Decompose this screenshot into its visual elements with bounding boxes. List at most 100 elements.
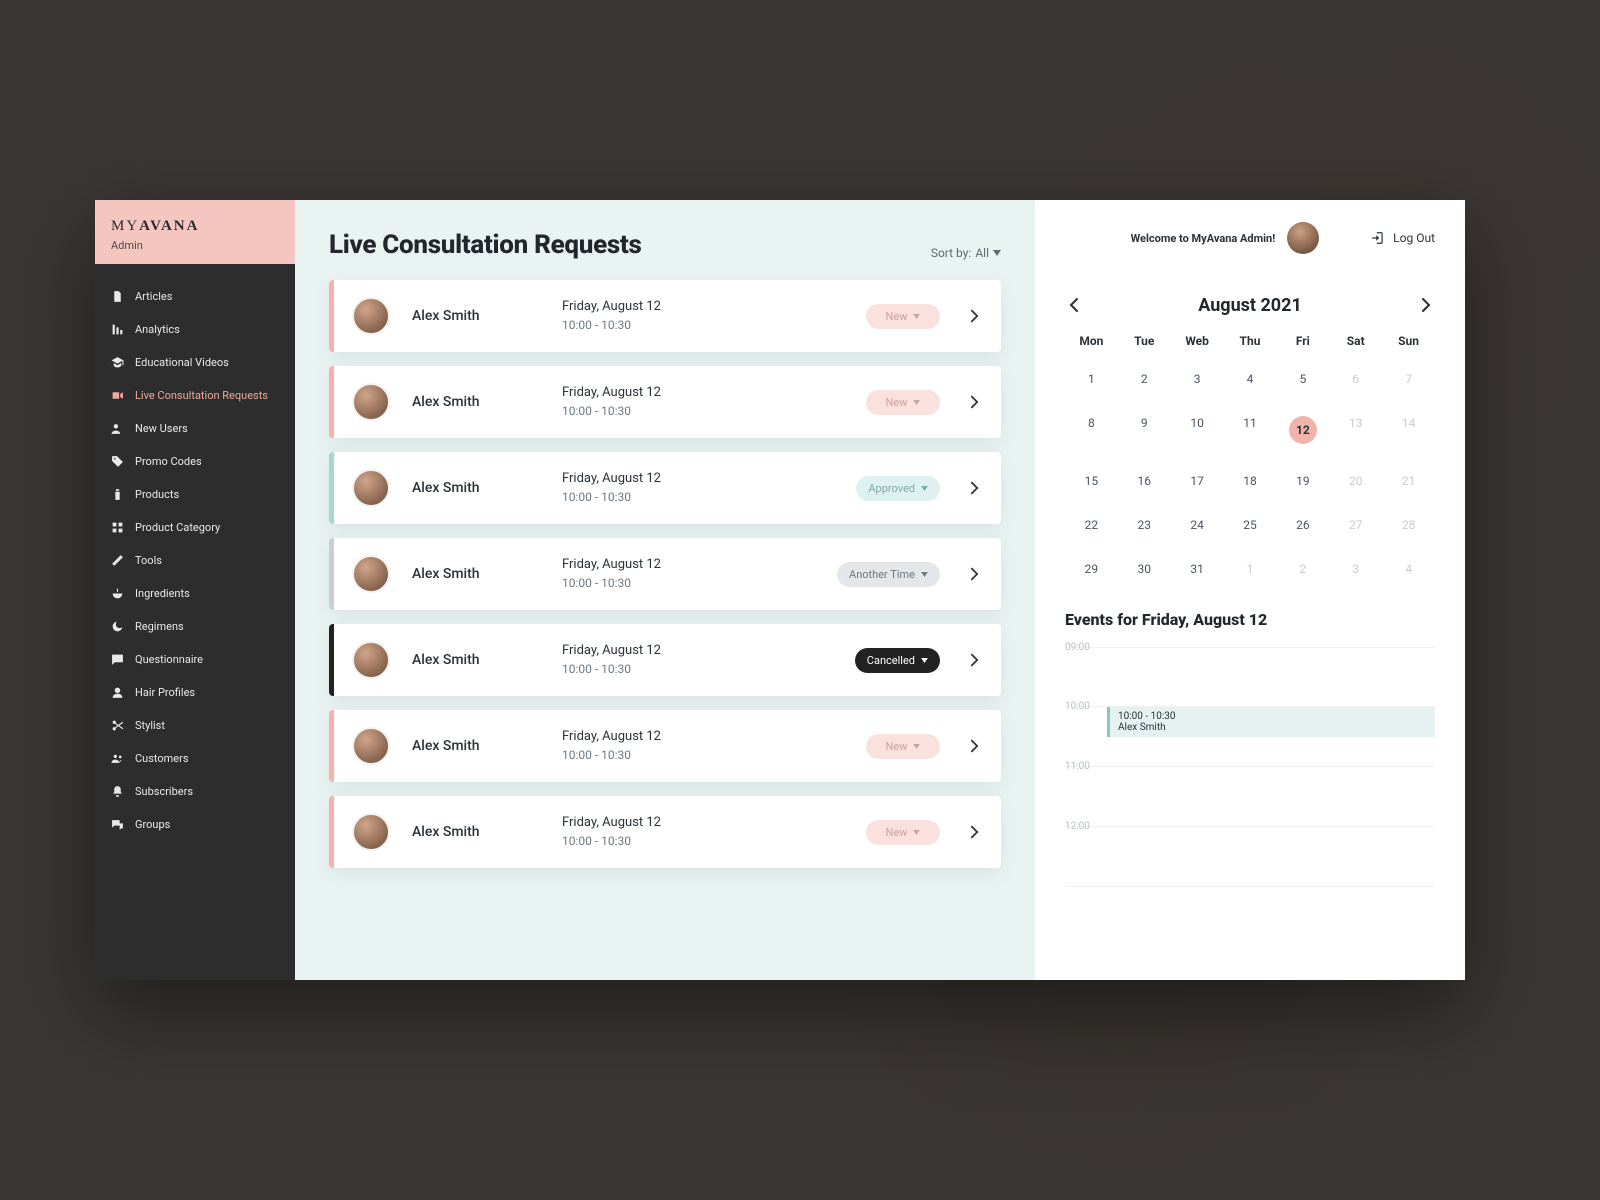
request-card[interactable]: Alex SmithFriday, August 1210:00 - 10:30… <box>329 796 1001 868</box>
calendar-day[interactable]: 3 <box>1171 366 1224 392</box>
calendar-day[interactable]: 7 <box>1382 366 1435 392</box>
graduation-icon <box>109 356 125 369</box>
calendar-day[interactable]: 5 <box>1276 366 1329 392</box>
calendar-day[interactable]: 28 <box>1382 512 1435 538</box>
sidebar-item-new-users[interactable]: New Users <box>95 412 295 445</box>
request-card[interactable]: Alex SmithFriday, August 1210:00 - 10:30… <box>329 624 1001 696</box>
request-time: 10:00 - 10:30 <box>562 403 866 420</box>
calendar-day[interactable]: 26 <box>1276 512 1329 538</box>
calendar-day[interactable]: 21 <box>1382 468 1435 494</box>
sidebar-item-promo-codes[interactable]: Promo Codes <box>95 445 295 478</box>
calendar-day[interactable]: 14 <box>1382 410 1435 450</box>
sidebar-item-questionnaire[interactable]: Questionnaire <box>95 643 295 676</box>
calendar-day[interactable]: 18 <box>1224 468 1277 494</box>
status-dropdown[interactable]: New <box>866 304 940 329</box>
calendar-day[interactable]: 23 <box>1118 512 1171 538</box>
calendar-day[interactable]: 2 <box>1276 556 1329 582</box>
calendar-day[interactable]: 13 <box>1329 410 1382 450</box>
calendar-day[interactable]: 16 <box>1118 468 1171 494</box>
request-card[interactable]: Alex SmithFriday, August 1210:00 - 10:30… <box>329 710 1001 782</box>
sidebar-item-label: Customers <box>135 752 189 765</box>
calendar-day[interactable]: 24 <box>1171 512 1224 538</box>
request-card[interactable]: Alex SmithFriday, August 1210:00 - 10:30… <box>329 280 1001 352</box>
avatar[interactable] <box>1287 222 1319 254</box>
sort-dropdown[interactable]: Sort by: All <box>931 246 1001 260</box>
calendar-day[interactable]: 22 <box>1065 512 1118 538</box>
calendar-day[interactable]: 1 <box>1065 366 1118 392</box>
request-date: Friday, August 12 <box>562 470 856 489</box>
sort-label: Sort by: <box>931 246 972 260</box>
calendar-day[interactable]: 4 <box>1224 366 1277 392</box>
sidebar-item-analytics[interactable]: Analytics <box>95 313 295 346</box>
calendar-day[interactable]: 2 <box>1118 366 1171 392</box>
card-accent <box>329 624 334 696</box>
status-dropdown[interactable]: Approved <box>856 476 940 501</box>
events-title: Events for Friday, August 12 <box>1065 610 1435 629</box>
welcome-text: Welcome to MyAvana Admin! <box>1131 232 1276 245</box>
request-time: 10:00 - 10:30 <box>562 833 866 850</box>
calendar-day[interactable]: 6 <box>1329 366 1382 392</box>
sidebar-item-product-category[interactable]: Product Category <box>95 511 295 544</box>
calendar-day[interactable]: 27 <box>1329 512 1382 538</box>
calendar-day[interactable]: 1 <box>1224 556 1277 582</box>
calendar-day[interactable]: 11 <box>1224 410 1277 450</box>
calendar-day[interactable]: 17 <box>1171 468 1224 494</box>
calendar-day[interactable]: 12 <box>1276 410 1329 450</box>
sidebar-item-subscribers[interactable]: Subscribers <box>95 775 295 808</box>
sidebar-item-customers[interactable]: Customers <box>95 742 295 775</box>
request-card[interactable]: Alex SmithFriday, August 1210:00 - 10:30… <box>329 452 1001 524</box>
calendar-day[interactable]: 15 <box>1065 468 1118 494</box>
status-dropdown[interactable]: New <box>866 820 940 845</box>
calendar-dow: Sun <box>1382 334 1435 348</box>
sidebar-item-articles[interactable]: Articles <box>95 280 295 313</box>
sidebar-item-educational-videos[interactable]: Educational Videos <box>95 346 295 379</box>
request-card[interactable]: Alex SmithFriday, August 1210:00 - 10:30… <box>329 538 1001 610</box>
calendar-next[interactable] <box>1417 294 1435 316</box>
video-icon <box>109 389 125 402</box>
chat-icon <box>109 653 125 666</box>
calendar-day[interactable]: 25 <box>1224 512 1277 538</box>
request-card[interactable]: Alex SmithFriday, August 1210:00 - 10:30… <box>329 366 1001 438</box>
chevron-right-icon <box>970 567 979 581</box>
ruler-icon <box>109 554 125 567</box>
sidebar-item-tools[interactable]: Tools <box>95 544 295 577</box>
main-panel: Live Consultation Requests Sort by: All … <box>295 200 1035 980</box>
user-add-icon <box>109 422 125 435</box>
sidebar-item-live-consultation-requests[interactable]: Live Consultation Requests <box>95 379 295 412</box>
calendar-day[interactable]: 9 <box>1118 410 1171 450</box>
calendar-day[interactable]: 19 <box>1276 468 1329 494</box>
main-header: Live Consultation Requests Sort by: All <box>329 230 1001 260</box>
status-dropdown[interactable]: New <box>866 390 940 415</box>
calendar-day[interactable]: 20 <box>1329 468 1382 494</box>
sidebar-item-label: Product Category <box>135 521 220 534</box>
sidebar-item-stylist[interactable]: Stylist <box>95 709 295 742</box>
calendar-day[interactable]: 30 <box>1118 556 1171 582</box>
sidebar-item-regimens[interactable]: Regimens <box>95 610 295 643</box>
status-label: New <box>886 396 908 409</box>
moon-icon <box>109 620 125 633</box>
calendar-event[interactable]: 10:00 - 10:30Alex Smith <box>1107 707 1435 737</box>
calendar-day[interactable]: 29 <box>1065 556 1118 582</box>
sidebar-item-hair-profiles[interactable]: Hair Profiles <box>95 676 295 709</box>
calendar-day[interactable]: 10 <box>1171 410 1224 450</box>
logout-button[interactable]: Log Out <box>1371 231 1435 245</box>
request-date: Friday, August 12 <box>562 814 866 833</box>
caret-down-icon <box>913 314 920 319</box>
status-dropdown[interactable]: Cancelled <box>855 648 940 673</box>
calendar-grid: MonTueWebThuFriSatSun1234567891011121314… <box>1065 334 1435 582</box>
calendar-day[interactable]: 4 <box>1382 556 1435 582</box>
sidebar-item-ingredients[interactable]: Ingredients <box>95 577 295 610</box>
bottle-icon <box>109 488 125 501</box>
timeline-hour: 11:00 <box>1065 767 1435 827</box>
status-dropdown[interactable]: New <box>866 734 940 759</box>
bell-icon <box>109 785 125 798</box>
calendar-prev[interactable] <box>1065 294 1083 316</box>
calendar-day[interactable]: 8 <box>1065 410 1118 450</box>
request-name: Alex Smith <box>412 480 562 496</box>
sidebar-item-groups[interactable]: Groups <box>95 808 295 841</box>
sidebar-item-products[interactable]: Products <box>95 478 295 511</box>
status-dropdown[interactable]: Another Time <box>837 562 940 587</box>
sidebar-item-label: Regimens <box>135 620 184 633</box>
calendar-day[interactable]: 31 <box>1171 556 1224 582</box>
calendar-day[interactable]: 3 <box>1329 556 1382 582</box>
